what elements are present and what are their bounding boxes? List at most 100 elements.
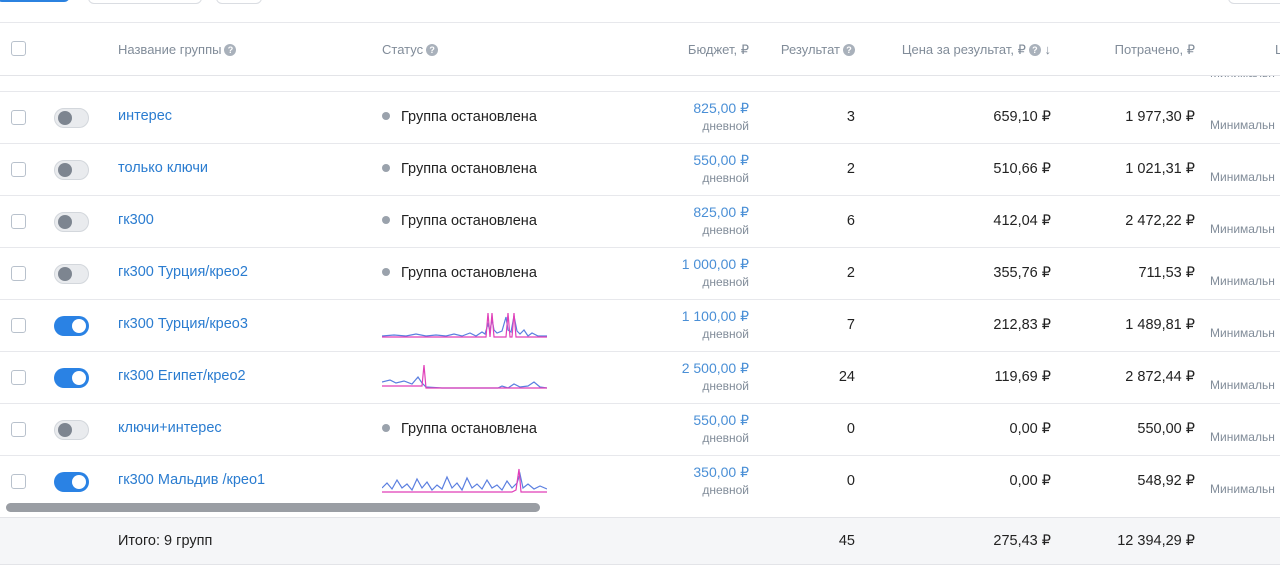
row-checkbox[interactable] (11, 162, 26, 177)
group-toggle[interactable] (54, 264, 89, 284)
spent-value: 1 021,31 ₽ (1125, 161, 1195, 177)
budget-value[interactable]: 1 100,00 ₽ (682, 307, 749, 325)
total-spent: 12 394,29 ₽ (1117, 533, 1195, 549)
budget-value[interactable]: 1 000,00 ₽ (682, 255, 749, 273)
group-name-link[interactable]: гк300 (118, 212, 154, 228)
cost-per-result-value: 659,10 ₽ (993, 109, 1051, 125)
select-all-checkbox[interactable] (11, 41, 26, 56)
group-toggle[interactable] (54, 420, 89, 440)
sparkline-clicks (382, 364, 547, 389)
status-dot-icon (382, 112, 390, 120)
header-strategy[interactable]: L (1275, 42, 1280, 57)
total-cost-per-result: 275,43 ₽ (993, 533, 1051, 549)
budget-period: дневной (702, 171, 749, 185)
header-spent[interactable]: Потрачено, ₽ (1115, 42, 1195, 58)
table-row[interactable]: интерес Группа остановлена 825,00 ₽ дневной… (0, 92, 1280, 144)
result-value: 6 (846, 213, 855, 229)
strategy-value: Минимальн (1210, 274, 1275, 288)
budget-value[interactable]: 550,00 ₽ (693, 151, 749, 169)
budget-period: дневной (702, 223, 749, 237)
budget-value[interactable]: 550,00 ₽ (693, 411, 749, 429)
help-icon[interactable]: ? (1028, 44, 1041, 56)
group-name-link[interactable]: ключи+интерес (118, 420, 222, 436)
status-dot-icon (382, 424, 390, 432)
row-checkbox[interactable] (11, 370, 26, 385)
group-name-link[interactable]: только ключи (118, 160, 208, 176)
table-row[interactable]: гк300 Турция/крео2 Группа остановлена 1 00… (0, 248, 1280, 300)
table-row[interactable]: гк300 Египет/крео2 2 500,00 ₽ дневной 24 119… (0, 352, 1280, 404)
toolbar-button[interactable] (216, 0, 262, 4)
toggle-knob (72, 475, 86, 489)
budget-period: дневной (702, 327, 749, 341)
row-checkbox[interactable] (11, 318, 26, 333)
status-text: Группа остановлена (401, 109, 537, 125)
row-checkbox[interactable] (11, 110, 26, 125)
budget-cell: 550,00 ₽ дневной (693, 411, 749, 447)
budget-period: дневной (702, 379, 749, 393)
budget-cell: 1 100,00 ₽ дневной (682, 307, 749, 343)
header-status[interactable]: Статус? (382, 42, 439, 57)
group-toggle[interactable] (54, 316, 89, 336)
status-dot-icon (382, 216, 390, 224)
spent-value: 2 472,22 ₽ (1125, 213, 1195, 229)
header-cost-per-result[interactable]: Цена за результат, ₽? ↓ (902, 42, 1051, 58)
group-toggle[interactable] (54, 212, 89, 232)
row-checkbox[interactable] (11, 266, 26, 281)
table-row[interactable]: Группа остановленадневнойМинимальн (0, 74, 1280, 92)
budget-cell: 825,00 ₽ дневной (693, 203, 749, 239)
group-toggle[interactable] (54, 368, 89, 388)
budget-value[interactable]: 825,00 ₽ (693, 203, 749, 221)
budget-cell: 2 500,00 ₽ дневной (682, 359, 749, 395)
help-icon[interactable]: ? (224, 44, 237, 56)
table-rows: Группа остановленадневнойМинимальнинтере… (0, 74, 1280, 500)
help-icon[interactable]: ? (426, 44, 439, 56)
strategy-value: Минимальн (1210, 378, 1275, 392)
group-toggle[interactable] (54, 108, 89, 128)
group-name-link[interactable]: гк300 Мальдив /крео1 (118, 472, 265, 488)
budget-value[interactable]: 2 500,00 ₽ (682, 359, 749, 377)
group-status: Группа остановлена (382, 109, 537, 125)
spent-value: 550,00 ₽ (1137, 421, 1195, 437)
table-row[interactable]: гк300 Турция/крео3 1 100,00 ₽ дневной 7 212,… (0, 300, 1280, 352)
activity-sparkline (382, 364, 547, 389)
strategy-value: Минимальн (1210, 222, 1275, 236)
budget-value[interactable]: 350,00 ₽ (693, 463, 749, 481)
budget-cell: 350,00 ₽ дневной (693, 463, 749, 499)
toggle-knob (72, 371, 86, 385)
toolbar-button[interactable] (88, 0, 202, 4)
status-text: Группа остановлена (401, 265, 537, 281)
table-row[interactable]: только ключи Группа остановлена 550,00 ₽ дн… (0, 144, 1280, 196)
group-name-link[interactable]: интерес (118, 108, 172, 124)
sparkline-clicks (382, 468, 547, 493)
primary-action-button[interactable] (0, 0, 70, 2)
group-toggle[interactable] (54, 472, 89, 492)
toolbar-button[interactable] (1228, 0, 1280, 4)
group-name-link[interactable]: гк300 Египет/крео2 (118, 368, 246, 384)
help-icon[interactable]: ? (843, 44, 855, 56)
group-name-link[interactable]: гк300 Турция/крео2 (118, 264, 248, 280)
row-checkbox[interactable] (11, 214, 26, 229)
table-row[interactable]: ключи+интерес Группа остановлена 550,00 ₽ д… (0, 404, 1280, 456)
horizontal-scrollbar[interactable] (6, 503, 540, 512)
toggle-knob (72, 319, 86, 333)
toggle-knob (58, 267, 72, 281)
header-result[interactable]: Результат? (781, 42, 855, 57)
group-toggle[interactable] (54, 160, 89, 180)
cost-per-result-value: 119,69 ₽ (994, 369, 1051, 385)
header-budget[interactable]: Бюджет, ₽ (688, 42, 749, 58)
table-row[interactable]: гк300 Мальдив /крео1 350,00 ₽ дневной 0 0,00… (0, 456, 1280, 500)
strategy-value: Минимальн (1210, 170, 1275, 184)
row-checkbox[interactable] (11, 474, 26, 489)
cost-per-result-value: 355,76 ₽ (993, 265, 1051, 281)
sort-desc-icon[interactable]: ↓ (1045, 42, 1052, 57)
table-row[interactable]: гк300 Группа остановлена 825,00 ₽ дневной 6 4… (0, 196, 1280, 248)
cost-per-result-value: 0,00 ₽ (1009, 473, 1051, 489)
group-status: Группа остановлена (382, 265, 537, 281)
row-checkbox[interactable] (11, 422, 26, 437)
header-name[interactable]: Название группы? (118, 42, 237, 57)
budget-period: дневной (702, 275, 749, 289)
group-name-link[interactable]: гк300 Турция/крео3 (118, 316, 248, 332)
budget-value[interactable]: 825,00 ₽ (693, 99, 749, 117)
total-result: 45 (838, 533, 855, 549)
total-label: Итого: 9 групп (118, 533, 213, 549)
